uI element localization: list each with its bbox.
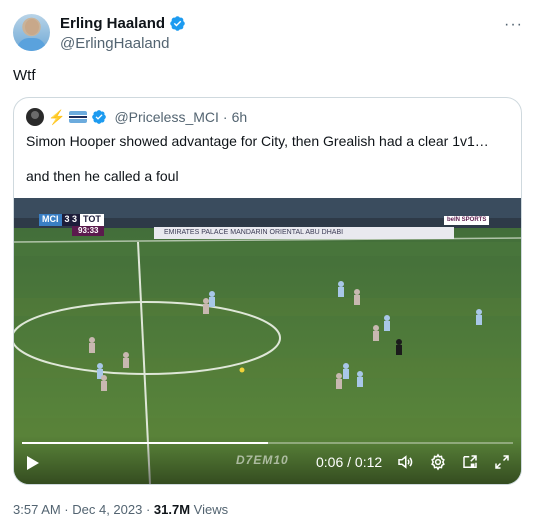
quoted-tweet-time[interactable]: 6h	[232, 109, 248, 125]
views-count: 31.7M	[153, 502, 191, 517]
tweet-text: Wtf	[13, 67, 36, 84]
quoted-separator: ·	[222, 109, 228, 125]
volume-icon[interactable]	[396, 453, 414, 471]
tweet-timestamp[interactable]: 3:57 AM · Dec 4, 2023 ·	[13, 502, 154, 517]
picture-in-picture-icon[interactable]	[461, 453, 479, 471]
video-controls: D7EM10 0:06 / 0:12	[14, 436, 521, 484]
settings-gear-icon[interactable]	[429, 453, 447, 471]
scoreboard-clock: 93:33	[72, 226, 105, 236]
verified-badge-icon	[169, 15, 186, 32]
scoreboard-away-team: TOT	[80, 214, 104, 226]
video-progress-fill	[22, 442, 268, 444]
broadcaster-logo: beIN SPORTS	[444, 216, 490, 225]
quoted-author-avatar[interactable]	[26, 108, 44, 126]
quoted-tweet-header: ⚡ @Priceless_MCI · 6h	[26, 108, 247, 126]
scoreboard-home-team: MCI	[39, 214, 62, 226]
avatar-head	[25, 19, 39, 35]
author-handle[interactable]: @ErlingHaaland	[60, 35, 169, 52]
verified-badge-icon	[91, 109, 108, 126]
advertising-board: EMIRATES PALACE MANDARIN ORIENTAL ABU DH…	[154, 227, 454, 239]
manchester-city-flag-icon	[69, 111, 88, 123]
quoted-tweet-card[interactable]: ⚡ @Priceless_MCI · 6h Simon Hooper showe…	[13, 97, 522, 485]
views-label: Views	[190, 502, 229, 517]
quoted-tweet-text-line2: and then he called a foul	[26, 168, 179, 184]
play-icon[interactable]	[27, 456, 39, 470]
scoreboard: MCI 3 3 TOT	[39, 214, 104, 226]
tweet-metadata: 3:57 AM · Dec 4, 2023 · 31.7M Views	[13, 502, 228, 517]
quoted-author-handle[interactable]: @Priceless_MCI	[114, 109, 218, 125]
scoreboard-score: 3 3	[61, 214, 81, 226]
author-display-name[interactable]: Erling Haaland	[60, 15, 165, 32]
avatar-shirt	[17, 38, 46, 51]
author-name-row: Erling Haaland	[60, 15, 186, 32]
video-player[interactable]: MCI 3 3 TOT 93:33 EMIRATES PALACE MANDAR…	[14, 198, 521, 484]
video-watermark: D7EM10	[236, 453, 289, 467]
lightning-bolt-icon: ⚡	[48, 108, 66, 125]
more-options-icon[interactable]: ···	[504, 16, 523, 34]
video-progress-bar[interactable]	[22, 442, 513, 444]
fullscreen-icon[interactable]	[493, 453, 511, 471]
quoted-tweet-text-line1: Simon Hooper showed advantage for City, …	[26, 133, 489, 149]
video-timecode: 0:06 / 0:12	[316, 454, 383, 470]
author-avatar[interactable]	[13, 14, 50, 51]
